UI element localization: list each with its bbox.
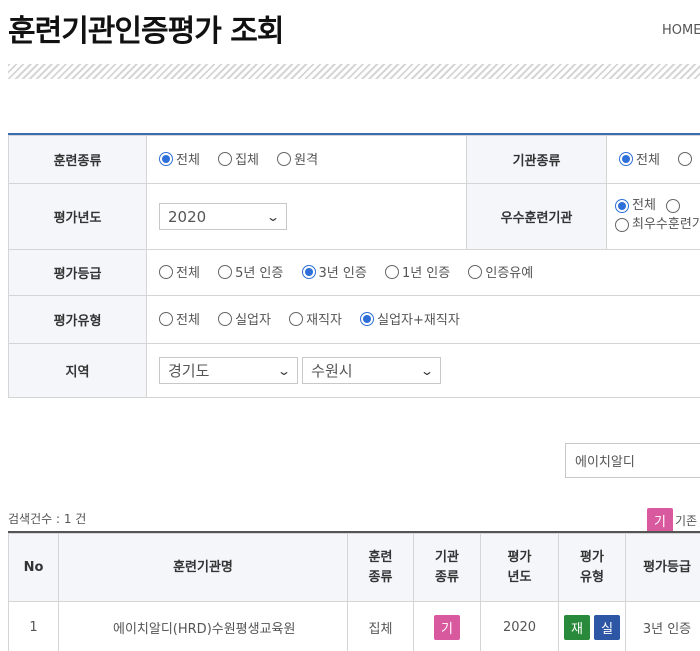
eval-year-select[interactable]: 2020 ⌄ <box>159 203 287 230</box>
training-type-radio-remote[interactable]: 원격 <box>277 149 318 168</box>
institution-type-radio-2[interactable] <box>678 151 695 166</box>
grade-radio-all[interactable]: 전체 <box>159 262 200 281</box>
excellent-radio-2[interactable] <box>665 198 683 213</box>
institution-type-radio-all[interactable]: 전체 <box>619 149 660 168</box>
eval-type-radio-all[interactable]: 전체 <box>159 309 200 328</box>
excellent-institution-label: 우수훈련기관 <box>466 183 607 250</box>
employed-badge: 재 <box>563 615 590 640</box>
institution-type-options: 전체 <box>606 135 700 184</box>
radio-icon <box>218 151 233 166</box>
excellent-radio-best[interactable]: 최우수훈련기 <box>615 217 700 233</box>
result-count: 검색건수 : 1 건 <box>8 512 87 526</box>
city-select[interactable]: 수원시 ⌄ <box>302 357 442 384</box>
institution-type-label: 기관종류 <box>466 135 607 184</box>
radio-selected-icon <box>301 264 316 279</box>
col-eval-type: 평가 유형 <box>558 533 626 602</box>
row-eval-type: 재 실 <box>558 601 626 651</box>
region-label: 지역 <box>8 343 147 398</box>
unemployed-badge: 실 <box>594 615 621 640</box>
eval-grade-options: 전체 5년 인증 3년 인증 1년 인증 인증유예 <box>146 249 700 296</box>
table-header-row: No 훈련기관명 훈련 종류 기관 종류 평가 년도 평가 유형 평가등급 <box>8 533 700 602</box>
training-type-label: 훈련종류 <box>8 135 147 184</box>
excellent-institution-options: 전체 최우수훈련기 <box>615 198 700 236</box>
training-type-radio-group[interactable]: 집체 <box>218 149 259 168</box>
row-grade: 3년 인증 <box>625 601 700 651</box>
col-inst-type: 기관 종류 <box>413 533 481 602</box>
grade-radio-5yr[interactable]: 5년 인증 <box>218 262 283 281</box>
radio-icon <box>159 311 173 326</box>
radio-icon <box>159 264 173 279</box>
col-eval-year: 평가 년도 <box>480 533 559 602</box>
row-no: 1 <box>8 601 59 651</box>
legend: 기 기존 <box>647 508 697 533</box>
training-type-radio-all[interactable]: 전체 <box>159 149 200 168</box>
training-type-options: 전체 집체 원격 <box>146 135 467 184</box>
radio-selected-icon <box>619 151 633 166</box>
chevron-down-icon: ⌄ <box>420 363 435 378</box>
search-filter-panel: 훈련종류 전체 집체 원격 기관종류 전체 평가년도 2020 ⌄ 우수훈련기관 <box>8 133 700 398</box>
city-value: 수원시 <box>311 362 353 380</box>
eval-type-radio-both[interactable]: 실업자+재직자 <box>360 309 460 328</box>
radio-icon <box>218 264 233 279</box>
row-training-type: 집체 <box>347 601 414 651</box>
radio-icon <box>678 151 693 166</box>
eval-grade-label: 평가등급 <box>8 249 147 296</box>
radio-icon <box>218 311 233 326</box>
decorative-divider <box>8 64 700 79</box>
radio-icon <box>277 151 292 166</box>
excellent-radio-all[interactable]: 전체 <box>615 198 656 214</box>
eval-type-label: 평가유형 <box>8 295 147 344</box>
province-value: 경기도 <box>168 362 210 380</box>
table-row[interactable]: 1 에이치알디(HRD)수원평생교육원 집체 기 2020 재 실 3년 인증 <box>8 601 700 651</box>
chevron-down-icon: ⌄ <box>276 363 292 378</box>
page-title: 훈련기관인증평가 조회 <box>8 14 284 49</box>
row-inst-type: 기 <box>413 601 481 651</box>
radio-icon <box>384 264 399 279</box>
radio-selected-icon <box>615 198 629 213</box>
radio-icon <box>289 311 304 326</box>
existing-badge: 기 <box>434 615 460 640</box>
row-eval-year: 2020 <box>480 601 559 651</box>
radio-icon <box>665 198 680 213</box>
grade-radio-1yr[interactable]: 1년 인증 <box>384 262 450 281</box>
chevron-down-icon: ⌄ <box>265 209 281 224</box>
results-table: No 훈련기관명 훈련 종류 기관 종류 평가 년도 평가 유형 평가등급 1 에이치알… <box>8 533 700 651</box>
eval-type-radio-employed[interactable]: 재직자 <box>289 309 342 328</box>
col-training-type: 훈련 종류 <box>347 533 414 602</box>
col-no: No <box>8 533 59 602</box>
grade-radio-3yr[interactable]: 3년 인증 <box>301 262 367 281</box>
col-grade: 평가등급 <box>625 533 700 602</box>
col-name: 훈련기관명 <box>58 533 348 602</box>
eval-year-label: 평가년도 <box>8 183 147 250</box>
legend-text: 기존 <box>675 514 698 528</box>
eval-year-value: 2020 <box>168 207 207 226</box>
legend-badge: 기 <box>647 508 673 533</box>
province-select[interactable]: 경기도 ⌄ <box>159 357 298 384</box>
radio-icon <box>615 217 629 232</box>
radio-selected-icon <box>159 151 173 166</box>
results-table-wrapper: No 훈련기관명 훈련 종류 기관 종류 평가 년도 평가 유형 평가등급 1 에이치알… <box>8 531 700 651</box>
home-link[interactable]: HOME <box>662 23 700 38</box>
row-institution-name[interactable]: 에이치알디(HRD)수원평생교육원 <box>58 601 348 651</box>
radio-icon <box>468 264 483 279</box>
grade-radio-deferred[interactable]: 인증유예 <box>468 262 533 281</box>
search-input[interactable]: 에이치알디 <box>565 443 700 478</box>
radio-selected-icon <box>360 311 375 326</box>
eval-type-radio-unemployed[interactable]: 실업자 <box>218 309 271 328</box>
eval-type-options: 전체 실업자 재직자 실업자+재직자 <box>146 295 700 344</box>
